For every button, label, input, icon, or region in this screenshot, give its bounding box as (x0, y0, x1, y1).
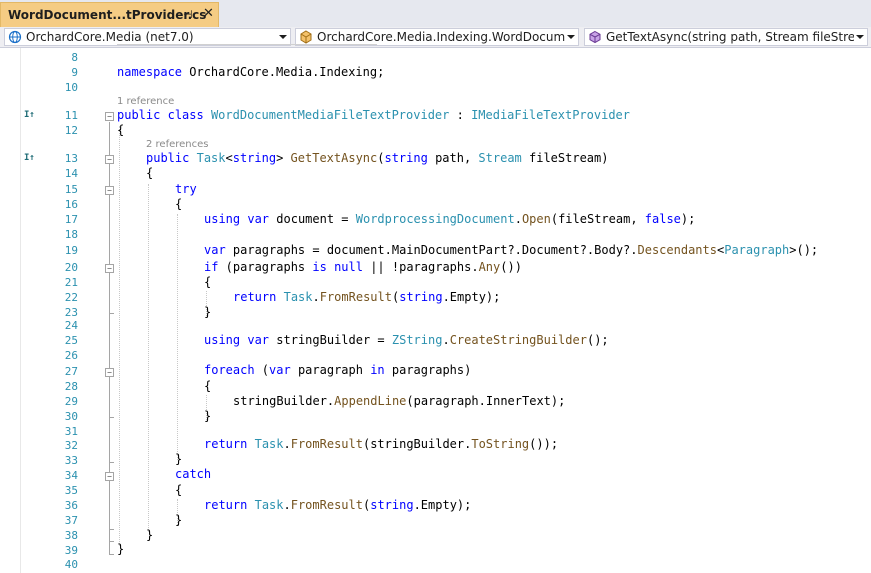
line-number: 31 (64, 425, 78, 438)
code-line: { (204, 275, 212, 289)
line-number: 26 (64, 349, 78, 362)
line-number: 20 (64, 261, 78, 274)
line-number: 8 (71, 51, 78, 64)
chevron-down-icon (567, 35, 575, 39)
codelens-references[interactable]: 1 reference (117, 96, 174, 107)
code-editor[interactable]: 8 9 10 11 12 13 14 15 16 17 18 19 20 21 … (0, 44, 871, 573)
collapse-icon[interactable]: − (105, 368, 114, 377)
line-number: 40 (64, 558, 78, 571)
clipped-line (117, 44, 377, 49)
chevron-down-icon (279, 35, 287, 39)
line-number: 39 (64, 544, 78, 557)
code-line: { (175, 197, 183, 211)
line-number: 18 (64, 228, 78, 241)
code-line: using var document = WordprocessingDocum… (204, 212, 696, 226)
code-line: return Task.FromResult(string.Empty); (233, 290, 501, 304)
line-number: 11 (64, 109, 78, 122)
code-line: { (146, 166, 154, 180)
line-number: 36 (64, 499, 78, 512)
line-number: 27 (64, 365, 78, 378)
line-number: 15 (64, 183, 78, 196)
code-line: var paragraphs = document.MainDocumentPa… (204, 243, 819, 257)
line-number: 34 (64, 469, 78, 482)
code-line: if (paragraphs is null || !paragraphs.An… (204, 260, 522, 274)
line-number: 28 (64, 380, 78, 393)
tab-title: WordDocument...tProvider.cs (8, 8, 207, 22)
code-line: } (175, 513, 183, 527)
line-number: 23 (64, 306, 78, 319)
code-line: } (204, 305, 212, 319)
outline-end (109, 417, 114, 418)
document-tab-strip: WordDocument...tProvider.cs ⊣ ✕ (0, 0, 871, 27)
implements-icon[interactable]: I↑ (24, 153, 35, 163)
outline-end (109, 554, 114, 555)
code-line: catch (175, 467, 212, 481)
class-icon (300, 30, 312, 44)
line-number: 22 (64, 291, 78, 304)
line-number: 9 (71, 66, 78, 79)
member-label: GetTextAsync(string path, Stream fileStr… (606, 30, 854, 44)
line-number: 14 (64, 167, 78, 180)
collapse-icon[interactable]: − (105, 264, 114, 273)
line-number: 10 (64, 81, 78, 94)
line-number: 17 (64, 213, 78, 226)
indent-guide (119, 126, 120, 546)
document-tab[interactable]: WordDocument...tProvider.cs ⊣ ✕ (0, 2, 219, 27)
globe-icon (8, 30, 22, 44)
line-number: 33 (64, 454, 78, 467)
line-number: 21 (64, 276, 78, 289)
line-number: 35 (64, 484, 78, 497)
code-line: { (204, 379, 212, 393)
indent-guide (148, 184, 149, 532)
line-number: 30 (64, 410, 78, 423)
pin-icon[interactable]: ⊣ (183, 8, 193, 21)
collapse-icon[interactable]: − (105, 112, 114, 121)
implements-icon[interactable]: I↑ (24, 110, 35, 120)
close-icon[interactable]: ✕ (203, 6, 214, 21)
outline-end (109, 541, 114, 542)
code-line: foreach (var paragraph in paragraphs) (204, 363, 472, 377)
code-line: } (204, 409, 212, 423)
line-number: 24 (64, 319, 78, 332)
line-number: 32 (64, 439, 78, 452)
code-line: return Task.FromResult(stringBuilder.ToS… (204, 437, 559, 451)
code-line: public Task<string> GetTextAsync(string … (146, 151, 609, 165)
line-number: 16 (64, 198, 78, 211)
member-dropdown[interactable]: GetTextAsync(string path, Stream fileStr… (584, 28, 868, 46)
line-number: 12 (64, 124, 78, 137)
collapse-icon[interactable]: − (105, 186, 114, 195)
code-line: return Task.FromResult(string.Empty); (204, 498, 472, 512)
code-line: } (146, 528, 154, 542)
indent-guide (177, 214, 178, 460)
outline-end (109, 462, 114, 463)
code-line: } (175, 452, 183, 466)
margin-separator (20, 48, 21, 573)
collapse-icon[interactable]: − (105, 155, 114, 164)
outline-end (109, 529, 114, 530)
indicator-margin (0, 48, 20, 573)
line-number: 37 (64, 514, 78, 527)
code-line: { (175, 483, 183, 497)
collapse-icon[interactable]: − (105, 472, 114, 481)
code-line: public class WordDocumentMediaFileTextPr… (117, 108, 631, 122)
line-number: 29 (64, 395, 78, 408)
code-line: namespace OrchardCore.Media.Indexing; (117, 65, 385, 79)
codelens-references[interactable]: 2 references (146, 139, 209, 150)
line-number: 13 (64, 152, 78, 165)
project-label: OrchardCore.Media (net7.0) (26, 30, 194, 44)
line-number: 19 (64, 244, 78, 257)
line-number: 25 (64, 334, 78, 347)
code-line: stringBuilder.AppendLine(paragraph.Inner… (233, 394, 566, 408)
line-number: 38 (64, 529, 78, 542)
type-label: OrchardCore.Media.Indexing.WordDocumentM (317, 30, 565, 44)
method-icon (589, 30, 601, 44)
chevron-down-icon (856, 35, 864, 39)
code-line: try (175, 182, 197, 196)
code-line: } (117, 542, 125, 556)
code-line: using var stringBuilder = ZString.Create… (204, 333, 609, 347)
outline-end (109, 313, 114, 314)
code-line: { (117, 123, 125, 137)
